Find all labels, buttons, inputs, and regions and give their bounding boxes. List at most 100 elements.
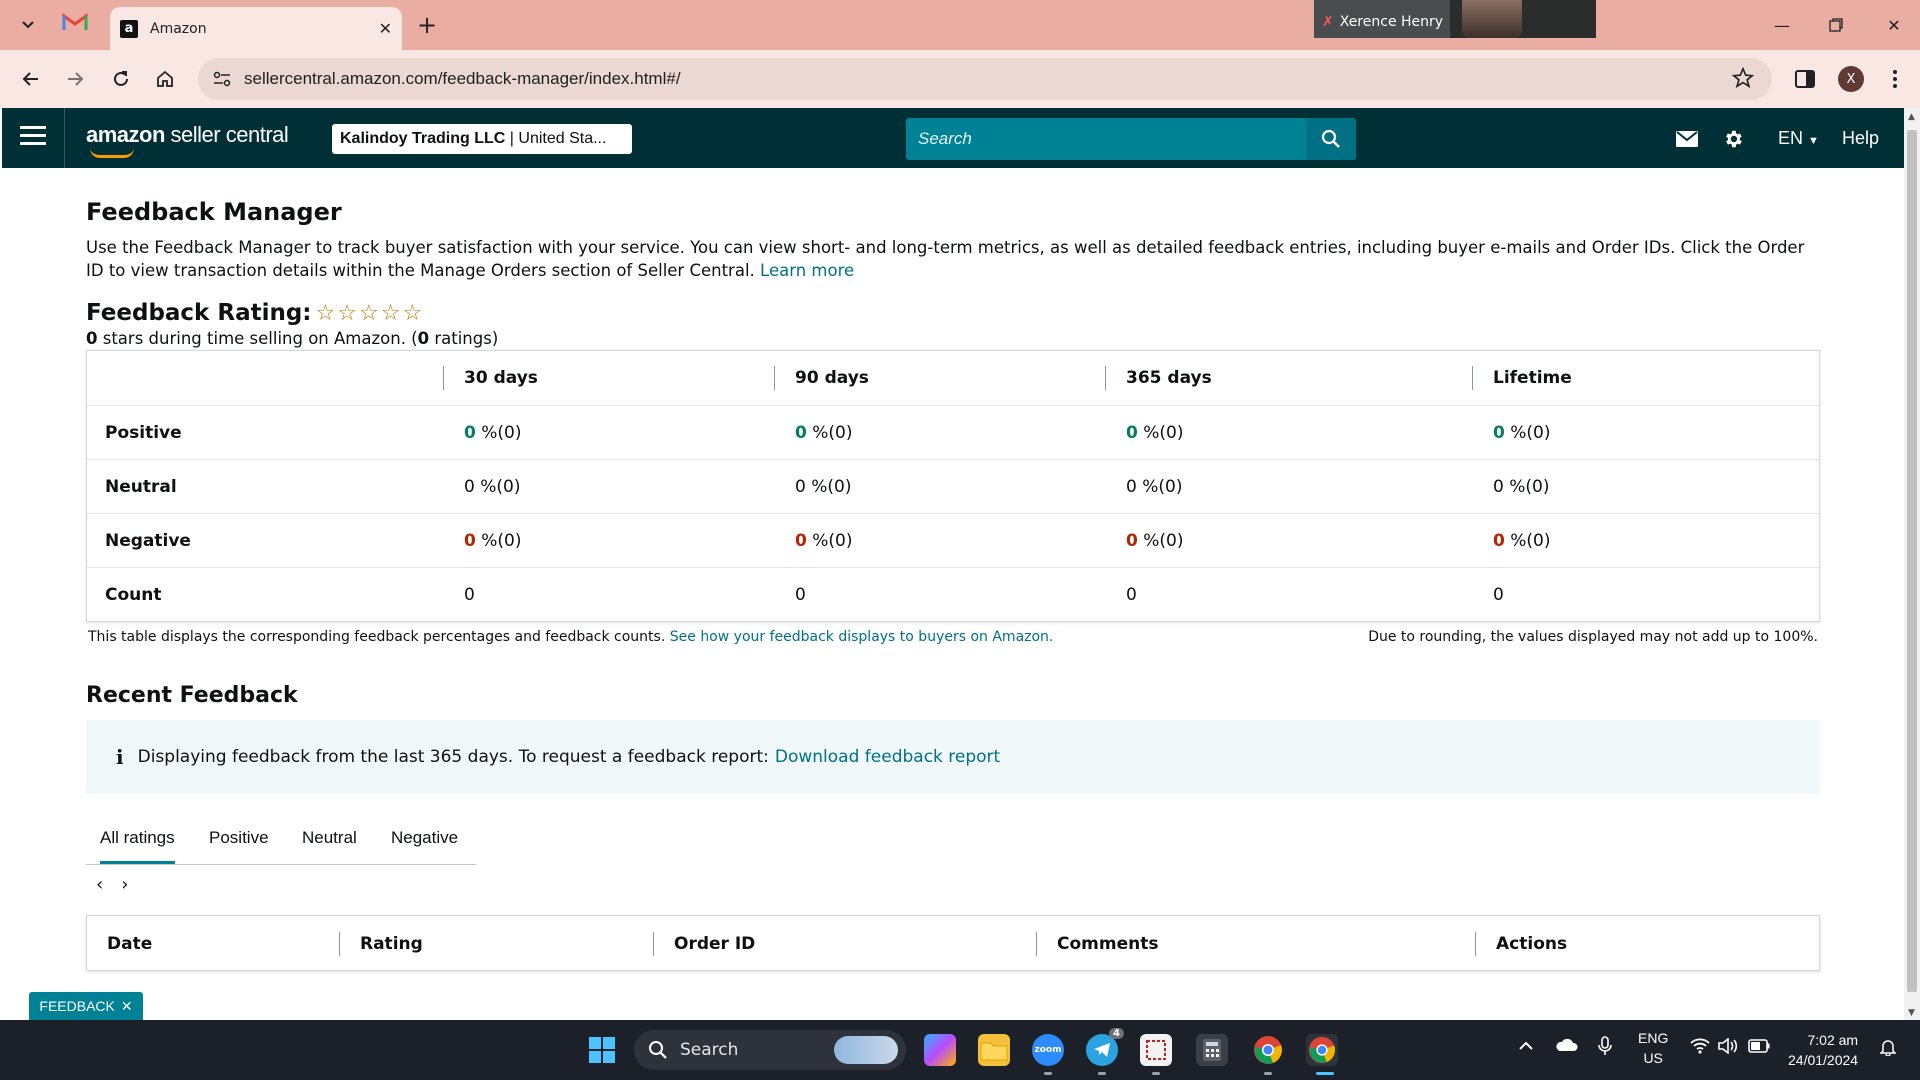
column-header[interactable]: Actions [1475, 932, 1567, 956]
column-header[interactable]: Date [87, 932, 152, 956]
address-bar[interactable]: sellercentral.amazon.com/feedback-manage… [198, 58, 1772, 100]
video-call-participant: ✗ Xerence Henry [1322, 14, 1443, 30]
taskbar-search[interactable]: Search [634, 1030, 906, 1070]
page-intro: Use the Feedback Manager to track buyer … [86, 236, 1820, 282]
minimize-button[interactable]: — [1762, 10, 1802, 40]
tab-all-ratings[interactable]: All ratings [100, 828, 175, 864]
language-selector[interactable]: EN ▼ [1778, 128, 1819, 149]
page-scrollbar[interactable]: ▲ ▼ [1904, 108, 1920, 1020]
table-cell: 0 %(0) [1493, 422, 1551, 443]
start-button[interactable] [586, 1034, 618, 1066]
tab-amazon[interactable]: a Amazon ✕ [110, 7, 402, 50]
gmail-icon [62, 13, 88, 30]
gmail-tab[interactable] [62, 12, 90, 38]
forward-button[interactable] [60, 64, 90, 94]
account-name: Kalindoy Trading LLC [340, 130, 506, 147]
back-button[interactable] [16, 64, 46, 94]
settings-button[interactable] [1720, 126, 1746, 152]
column-header[interactable]: Comments [1036, 932, 1158, 956]
volume-icon[interactable] [1718, 1037, 1738, 1057]
search-input[interactable] [906, 118, 1306, 160]
search-highlight-image [834, 1036, 898, 1064]
browser-menu-button[interactable] [1880, 64, 1910, 94]
table-note-text: This table displays the corresponding fe… [88, 629, 666, 645]
table-cell: 0 %(0) [1126, 530, 1184, 551]
chevron-right-icon[interactable]: › [121, 874, 128, 895]
star-icon: ☆ [402, 300, 423, 326]
chrome-app-icon[interactable] [1252, 1034, 1284, 1066]
home-icon [157, 70, 173, 87]
star-rating: ☆ ☆ ☆ ☆ ☆ [316, 301, 423, 326]
table-row-negative: Negative 0 %(0) 0 %(0) 0 %(0) 0 %(0) [87, 513, 1819, 567]
table-note: This table displays the corresponding fe… [88, 629, 1053, 645]
tab-negative[interactable]: Negative [391, 828, 458, 848]
home-button[interactable] [150, 64, 180, 94]
feedback-display-link[interactable]: See how your feedback displays to buyers… [670, 629, 1054, 645]
column-header[interactable]: Order ID [653, 932, 755, 956]
profile-avatar[interactable]: X [1838, 66, 1864, 92]
notification-badge: 4 [1109, 1028, 1124, 1039]
snipping-tool-icon[interactable] [1140, 1034, 1172, 1066]
scroll-down-icon[interactable]: ▼ [1908, 1008, 1915, 1018]
show-hidden-icons-button[interactable] [1518, 1038, 1534, 1054]
onedrive-icon[interactable] [1554, 1036, 1578, 1055]
file-explorer-icon[interactable] [978, 1034, 1010, 1066]
reload-button[interactable] [106, 64, 136, 94]
account-switcher[interactable]: Kalindoy Trading LLC | United Sta... [332, 124, 632, 154]
muted-mic-icon: ✗ [1322, 14, 1334, 30]
column-header: 365 days [1105, 366, 1212, 390]
zoom-app-icon[interactable]: zoom [1032, 1034, 1064, 1066]
messages-button[interactable] [1674, 126, 1700, 152]
tab-neutral[interactable]: Neutral [302, 828, 357, 848]
calculator-app-icon[interactable] [1196, 1034, 1228, 1066]
video-call-thumbnail[interactable]: ✗ Xerence Henry [1314, 0, 1596, 38]
search-icon [649, 1041, 667, 1059]
table-cell: 0 %(0) [464, 422, 522, 443]
new-tab-button[interactable]: + [412, 10, 442, 40]
scroll-up-icon[interactable]: ▲ [1908, 112, 1915, 122]
scrollbar-thumb[interactable] [1907, 130, 1917, 992]
close-icon[interactable]: ✕ [121, 998, 133, 1015]
hamburger-menu-icon[interactable] [20, 126, 46, 150]
restore-button[interactable] [1816, 10, 1856, 40]
search-button[interactable] [1306, 118, 1356, 160]
side-panel-button[interactable] [1790, 64, 1820, 94]
tab-positive[interactable]: Positive [209, 828, 269, 848]
learn-more-link[interactable]: Learn more [760, 261, 854, 280]
help-link[interactable]: Help [1842, 128, 1879, 149]
chrome-profile-app-icon[interactable] [1306, 1034, 1338, 1066]
rating-summary-end: ratings) [434, 329, 499, 348]
tab-search-button[interactable] [10, 10, 46, 40]
notifications-bell-icon[interactable] [1879, 1038, 1897, 1059]
info-alert: i Displaying feedback from the last 365 … [86, 720, 1820, 794]
telegram-app-icon[interactable]: 4 [1086, 1028, 1124, 1066]
wifi-icon[interactable] [1690, 1038, 1710, 1057]
column-header[interactable]: Rating [339, 932, 423, 956]
input-language[interactable]: ENG US [1638, 1028, 1668, 1068]
chrome-running-indicator [1264, 1072, 1272, 1075]
amazon-smile-icon [90, 148, 134, 158]
seller-central-logo[interactable]: amazon seller central [86, 122, 289, 158]
seller-central-header: amazon seller central Kalindoy Trading L… [2, 108, 1904, 168]
table-row-positive: Positive 0 %(0) 0 %(0) 0 %(0) 0 %(0) [87, 405, 1819, 459]
windows-logo-icon [589, 1037, 615, 1063]
table-cell: 0 %(0) [795, 476, 852, 497]
system-clock[interactable]: 7:02 am 24/01/2024 [1788, 1030, 1858, 1070]
feedback-button[interactable]: FEEDBACK ✕ [29, 992, 143, 1020]
site-info-icon[interactable] [210, 67, 234, 91]
column-header: 30 days [443, 366, 538, 390]
close-window-button[interactable]: ✕ [1874, 10, 1914, 40]
battery-icon[interactable] [1748, 1039, 1770, 1056]
logo-main-text: amazon [86, 122, 165, 147]
chevron-left-icon[interactable]: ‹ [96, 874, 103, 895]
bookmark-star-icon[interactable] [1731, 66, 1755, 93]
copilot-app-icon[interactable] [924, 1034, 956, 1066]
download-report-link[interactable]: Download feedback report [775, 747, 1000, 767]
kebab-menu-icon [1893, 70, 1897, 88]
pagination: ‹ › [96, 874, 128, 895]
close-tab-icon[interactable]: ✕ [379, 19, 392, 38]
feedback-label: FEEDBACK [39, 998, 115, 1014]
microphone-icon[interactable] [1598, 1036, 1612, 1059]
table-cell: 0 %(0) [1493, 530, 1551, 551]
zoom-running-indicator [1044, 1072, 1052, 1075]
